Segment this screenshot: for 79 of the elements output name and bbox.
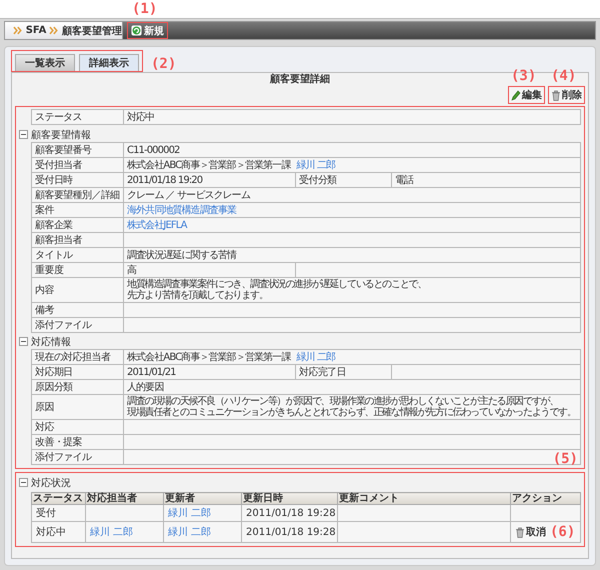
link[interactable]: 海外共同地質構造調査事業 — [127, 204, 236, 216]
column-header: アクション — [510, 492, 580, 504]
field-label: 受付分類 — [296, 173, 392, 188]
field-label: 現在の対応担当者 — [32, 350, 124, 365]
section-title: 顧客要望情報 — [31, 128, 91, 142]
field-label: 添付ファイル — [32, 318, 124, 333]
field-label: ステータス — [32, 110, 124, 124]
table-cell: 対応中 — [32, 522, 86, 542]
double-chevron-icon — [49, 26, 59, 35]
column-header: 更新者 — [164, 492, 242, 504]
field-label: 受付日時 — [32, 173, 124, 188]
column-header: ステータス — [32, 492, 86, 504]
link[interactable]: 緑川 二郎 — [296, 160, 336, 170]
link[interactable]: 緑川 二郎 — [168, 508, 212, 519]
edit-button[interactable]: 編集 — [509, 87, 544, 103]
link[interactable]: 緑川 二郎 — [296, 352, 336, 362]
field-value: クレーム ／ サービスクレーム — [124, 188, 581, 203]
column-header: 対応担当者 — [86, 492, 164, 504]
field-label: 原因 — [32, 395, 124, 420]
field-label: 内容 — [32, 278, 124, 303]
field-value: 調査の現場の天候不良（ハリケーン等）が原因で、現場作業の進捗が思わしくないことが主たる原因ですが、 現場責任者とのコミュニケーションがきちんととれておらず、正確な情報が先方に伝わっていなかったようです。 — [124, 395, 581, 420]
field-label: タイトル — [32, 248, 124, 263]
field-label: 対応 — [32, 420, 124, 435]
column-header: 更新コメント — [338, 492, 510, 504]
field-label: 受付担当者 — [32, 158, 124, 173]
collapse-toggle[interactable] — [19, 337, 28, 346]
breadcrumb-item[interactable]: 顧客要望管理 — [62, 24, 122, 38]
tab[interactable]: 詳細表示 — [79, 54, 139, 71]
collapse-toggle[interactable] — [19, 478, 28, 487]
field-label: 備考 — [32, 303, 124, 318]
field-label: 添付ファイル — [32, 450, 124, 465]
double-chevron-icon — [13, 26, 23, 35]
field-label: 改善・提案 — [32, 435, 124, 450]
field-label: 案件 — [32, 203, 124, 218]
field-value: 株式会社ABC商事＞営業部＞営業第一課 緑川 二郎 — [124, 350, 581, 365]
field-label: 顧客要望番号 — [32, 143, 124, 158]
field-value: 株式会社ABC商事＞営業部＞営業第一課 緑川 二郎 — [124, 158, 581, 173]
new-icon — [131, 25, 142, 36]
trash-icon — [551, 90, 561, 100]
field-label: 顧客要望種別／詳細 — [32, 188, 124, 203]
field-value: 人的要因 — [124, 380, 581, 395]
section-title: 対応状況 — [31, 476, 71, 490]
field-value: 電話 — [392, 173, 581, 188]
field-value: 調査状況遅延に関する苦情 — [124, 248, 581, 263]
collapse-toggle[interactable] — [19, 130, 28, 139]
link[interactable]: 株式会社JEFLA — [127, 220, 187, 230]
pencil-icon — [511, 90, 521, 100]
callout-number: (6) — [550, 524, 576, 540]
section-title: 対応情報 — [31, 336, 71, 348]
field-label: 対応期日 — [32, 365, 124, 380]
field-label: 重要度 — [32, 263, 124, 278]
callout-number: (2) — [151, 56, 176, 72]
link[interactable]: 緑川 二郎 — [90, 527, 134, 538]
column-header: 更新日時 — [242, 492, 338, 504]
callout-number: (4) — [551, 68, 576, 84]
field-value: 地質構造調査事業案件につき、調査状況の進捗が遅延しているとのことで、 先方より苦情を頂戴しております。 — [124, 278, 581, 303]
trash-icon — [515, 526, 525, 538]
field-label: 顧客担当者 — [32, 233, 124, 248]
callout-number: (1) — [132, 1, 158, 17]
field-value: 2011/01/18 19:20 — [124, 173, 296, 188]
breadcrumb-item[interactable]: SFA — [26, 25, 46, 36]
field-value: 2011/01/21 — [124, 365, 296, 380]
new-button[interactable]: 新規 — [128, 23, 167, 38]
field-label: 顧客企業 — [32, 218, 124, 233]
field-label: 原因分類 — [32, 380, 124, 395]
table-cell: 受付 — [32, 504, 86, 522]
table-cell: 2011/01/18 19:28 — [242, 504, 338, 522]
panel-title: 顧客要望詳細 — [270, 74, 330, 85]
field-value: C11-000002 — [124, 143, 581, 158]
link[interactable]: 緑川 二郎 — [168, 527, 212, 538]
tab[interactable]: 一覧表示 — [15, 54, 75, 71]
callout-number: (5) — [552, 451, 578, 467]
callout-number: (3) — [511, 68, 536, 84]
field-value: 高 — [124, 263, 296, 278]
table-cell: 2011/01/18 19:28 — [242, 522, 338, 542]
cancel-button[interactable]: 取消 — [513, 524, 548, 540]
field-label: 対応完了日 — [296, 365, 392, 380]
delete-button[interactable]: 削除 — [549, 87, 584, 103]
field-value: 対応中 — [124, 110, 580, 124]
